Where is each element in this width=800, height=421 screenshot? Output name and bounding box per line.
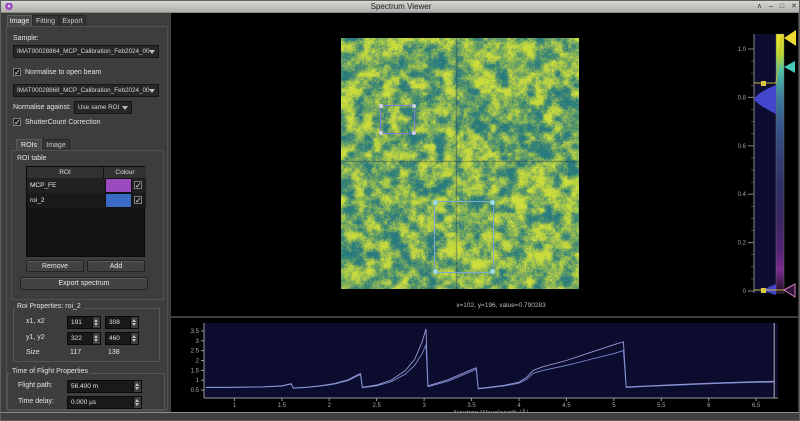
size-width-value: 117 [70, 349, 82, 356]
y2-spinbox[interactable]: 460 [105, 332, 139, 345]
roi-handle[interactable] [490, 200, 495, 205]
roi-visible-checkbox[interactable]: ✓ [134, 181, 142, 190]
roi-handle[interactable] [433, 200, 438, 205]
spinner-icon[interactable] [92, 317, 100, 328]
size-label: Size [26, 349, 40, 356]
flight-path-value: 56.400 m [71, 383, 99, 390]
spectrum-plot[interactable] [204, 323, 778, 398]
control-panel: Image Fitting Export Sample: IMAT0002886… [4, 13, 171, 412]
spectrum-viewer-window: Spectrum Viewer ∧ – □ ✕ Image Fitting Ex… [0, 0, 800, 421]
roi-handle[interactable] [490, 269, 495, 274]
sample-label: Sample: [13, 35, 39, 42]
y2-value: 460 [109, 335, 120, 342]
x2-spinbox[interactable]: 308 [105, 316, 139, 329]
spinner-icon[interactable] [133, 397, 141, 408]
time-delay-value: 0.000 µs [71, 399, 97, 406]
check-icon: ✓ [14, 68, 21, 77]
remove-button[interactable]: Remove [26, 260, 84, 272]
normalise-against-combobox[interactable]: Use same ROI [74, 101, 132, 114]
sample-combobox-value: IMAT00028864_MCP_Calibration_Feb2024_00 [17, 48, 150, 55]
y1-spinbox[interactable]: 322 [67, 332, 101, 345]
close-icon[interactable]: ✕ [791, 2, 797, 11]
roi-table-title: ROI table [17, 155, 47, 162]
roi-table: ROI Colour MCP_FE ✓ roi_2 ✓ [26, 166, 146, 257]
cursor-status-text: x=102, y=196, value=0.790283 [456, 302, 546, 309]
roi-colour-swatch[interactable] [105, 178, 132, 193]
normalise-against-value: Use same ROI [78, 104, 120, 111]
y-range-label: y1, y2 [26, 334, 45, 341]
flight-path-label: Flight path: [18, 382, 53, 389]
spinner-icon[interactable] [130, 333, 138, 344]
spinner-icon[interactable] [133, 381, 141, 392]
window-frame-bottom [1, 412, 799, 420]
check-icon: ✓ [14, 118, 21, 127]
x-range-label: x1, x2 [26, 318, 45, 325]
y1-value: 322 [71, 335, 82, 342]
window-title: Spectrum Viewer [370, 2, 432, 11]
title-bar[interactable]: Spectrum Viewer ∧ – □ ✕ [1, 1, 799, 13]
normalise-against-label: Normalise against: [13, 104, 71, 111]
check-icon: ✓ [135, 196, 142, 205]
roi-properties-title: Roi Properties: roi_2 [15, 303, 83, 310]
time-delay-label: Time delay: [18, 398, 54, 405]
table-row[interactable]: roi_2 ✓ [27, 193, 146, 208]
time-delay-spinbox[interactable]: 0.000 µs [67, 396, 142, 409]
roi-rect-roi-2[interactable] [433, 200, 495, 274]
spinner-icon[interactable] [130, 317, 138, 328]
tof-title: Time of Flight Properties [10, 368, 90, 375]
open-beam-combobox-value: IMAT00028868_MCP_Calibration_Feb2024_00 [17, 87, 150, 94]
roi-name: MCP_FE [30, 182, 57, 189]
roi-visible-checkbox[interactable]: ✓ [134, 196, 142, 205]
roi-handle[interactable] [379, 131, 383, 135]
normalise-checkbox-label: Normalise to open beam [25, 69, 102, 76]
export-spectrum-button[interactable]: Export spectrum [20, 277, 148, 290]
maximize-icon[interactable]: □ [780, 2, 784, 11]
add-button[interactable]: Add [87, 260, 145, 272]
roi-column-header[interactable]: ROI [27, 167, 103, 178]
size-height-value: 138 [108, 349, 120, 356]
chevron-down-icon [149, 50, 155, 54]
roi-colour-swatch[interactable] [105, 193, 132, 208]
shuttercount-checkbox-label: ShutterCount Correction [25, 119, 101, 126]
chevron-down-icon [149, 89, 155, 93]
spinner-icon[interactable] [92, 333, 100, 344]
minimize-icon[interactable]: – [769, 2, 773, 11]
x1-spinbox[interactable]: 191 [67, 316, 101, 329]
roi-name: roi_2 [30, 197, 45, 204]
table-row[interactable]: MCP_FE ✓ [27, 178, 146, 193]
roi-rect-mcp-fe[interactable] [379, 104, 416, 135]
normalise-checkbox[interactable]: ✓ [13, 68, 21, 77]
open-beam-combobox[interactable]: IMAT00028868_MCP_Calibration_Feb2024_00 [13, 84, 159, 97]
colour-column-header[interactable]: Colour [104, 167, 146, 178]
splitter-handle[interactable] [171, 316, 798, 318]
check-icon: ✓ [135, 181, 142, 190]
x1-value: 191 [71, 319, 82, 326]
roi-handle[interactable] [433, 269, 438, 274]
sample-combobox[interactable]: IMAT00028864_MCP_Calibration_Feb2024_00 [13, 45, 159, 58]
chevron-down-icon [122, 106, 128, 110]
shuttercount-checkbox[interactable]: ✓ [13, 118, 21, 127]
roi-handle[interactable] [412, 104, 416, 108]
roi-handle[interactable] [379, 104, 383, 108]
x2-value: 308 [109, 319, 120, 326]
shade-icon[interactable]: ∧ [757, 2, 762, 11]
window-controls: ∧ – □ ✕ [757, 2, 797, 11]
histogram-lut[interactable] [746, 31, 798, 296]
roi-handle[interactable] [412, 131, 416, 135]
flight-path-spinbox[interactable]: 56.400 m [67, 380, 142, 393]
